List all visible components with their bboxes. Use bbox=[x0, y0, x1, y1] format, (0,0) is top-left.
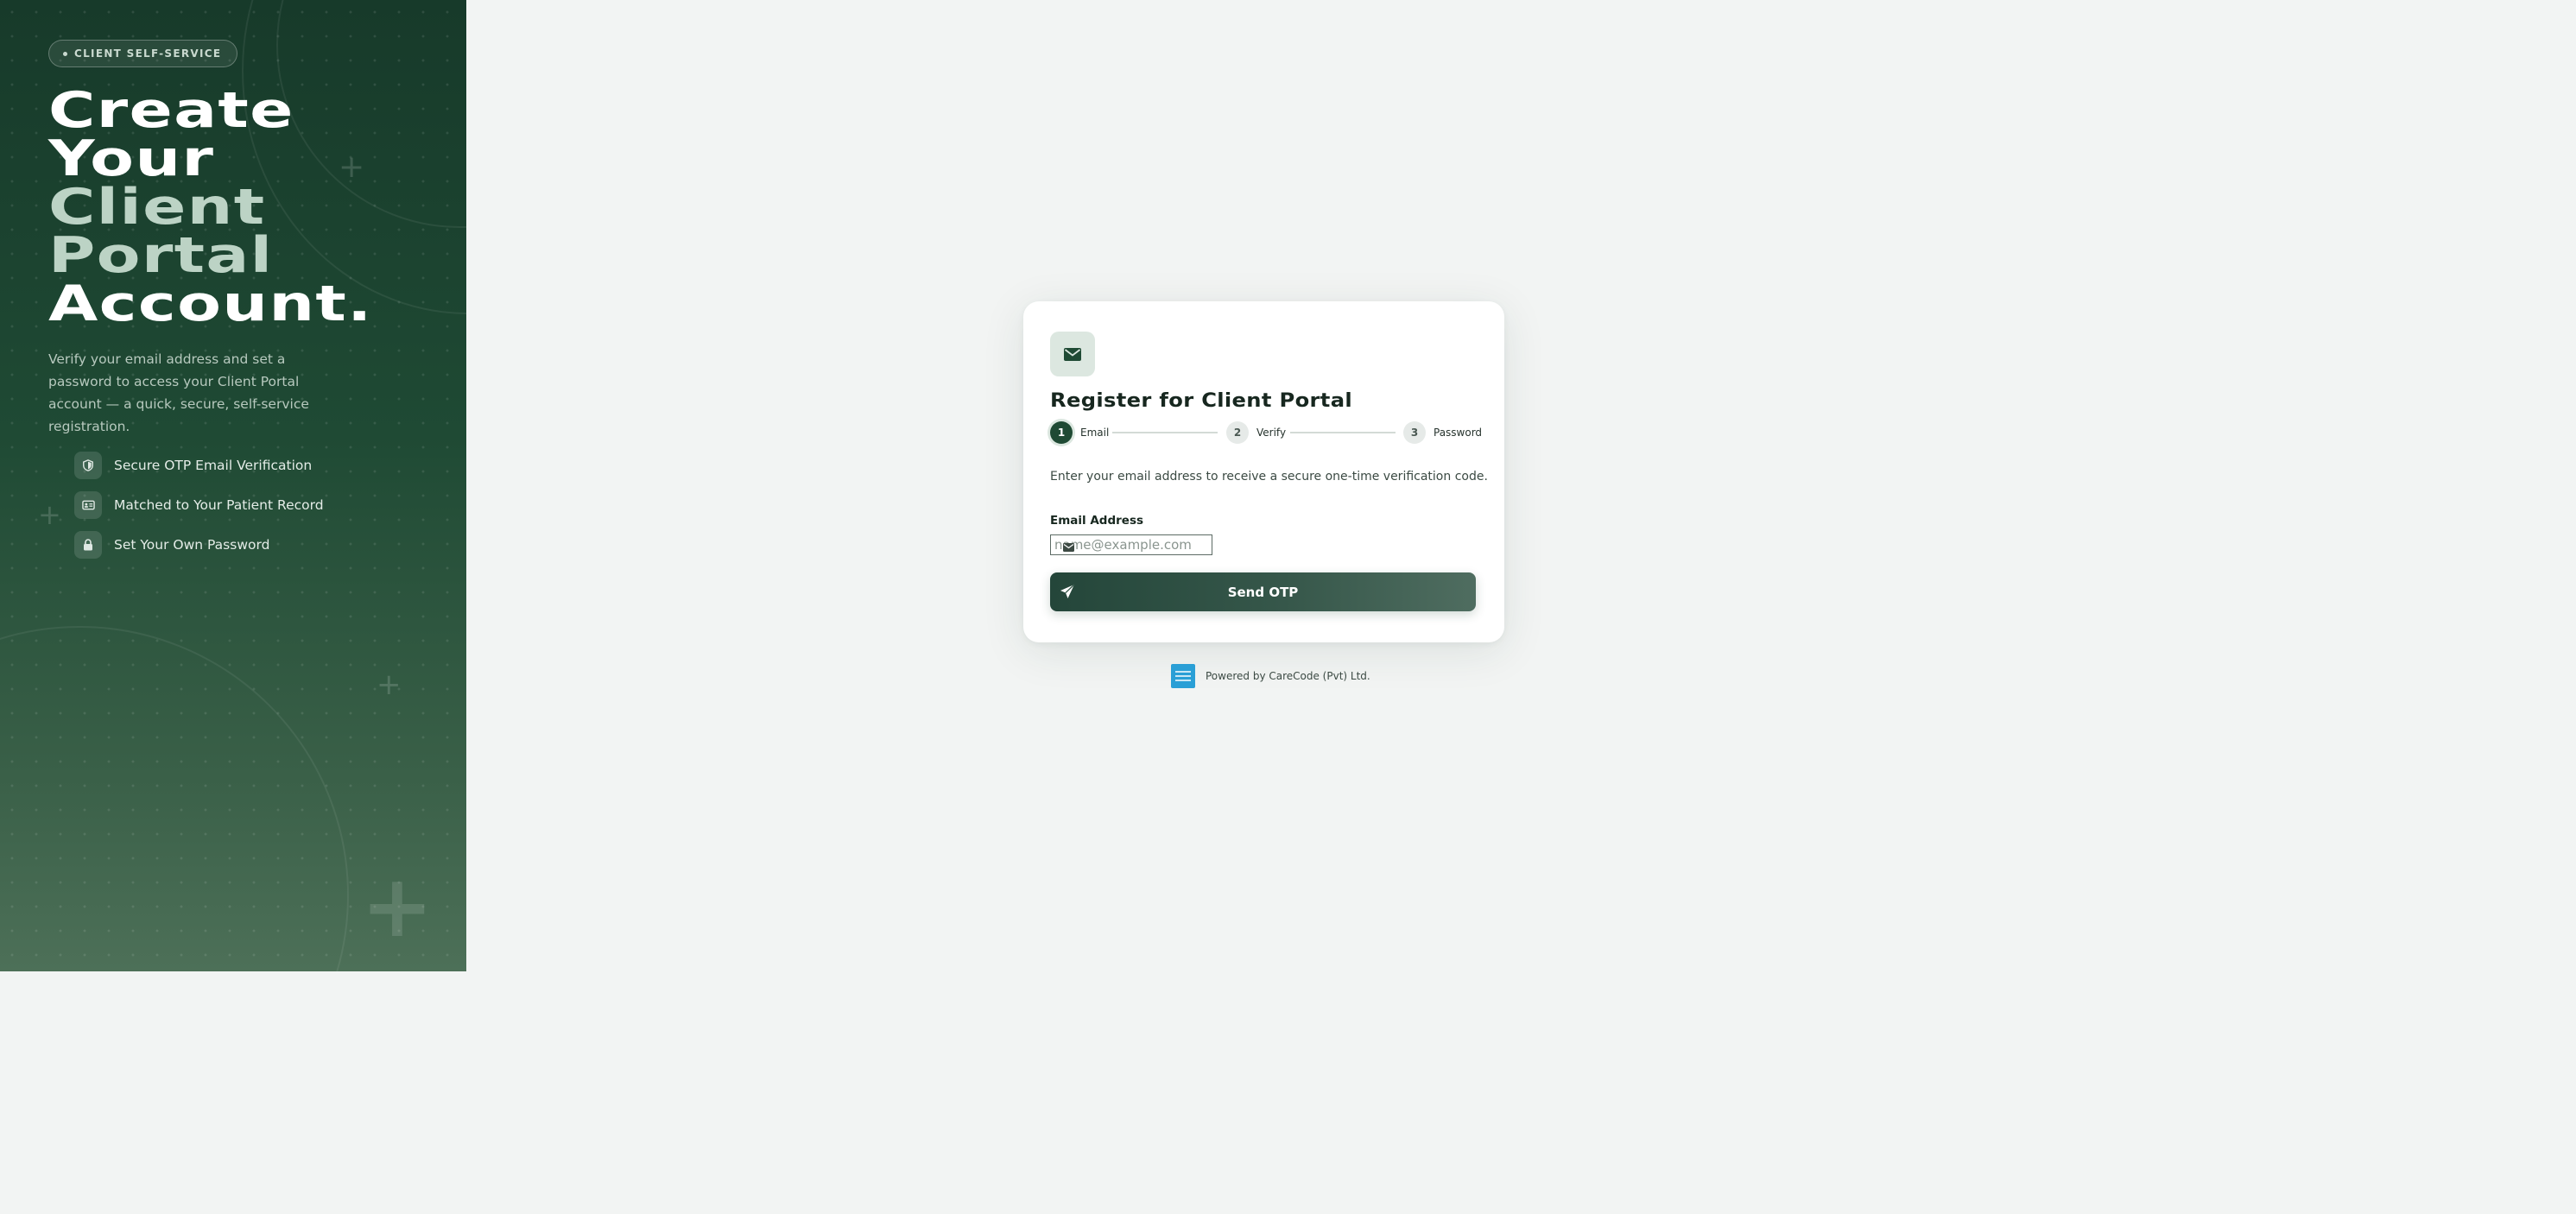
paper-plane-icon bbox=[1060, 584, 1075, 603]
step-number: 1 bbox=[1050, 421, 1073, 444]
step-email: 1 Email bbox=[1050, 420, 1109, 445]
email-field-wrapper bbox=[1050, 534, 1212, 555]
plus-decor-icon: + bbox=[361, 856, 434, 957]
card-title: Register for Client Portal bbox=[1050, 390, 1352, 412]
email-label: Email Address bbox=[1050, 514, 1144, 528]
step-verify: 2 Verify bbox=[1226, 420, 1286, 445]
feature-label: Matched to Your Patient Record bbox=[114, 497, 324, 513]
step-label: Email bbox=[1080, 427, 1110, 439]
powered-by-text: Powered by CareCode (Pvt) Ltd. bbox=[1206, 670, 1370, 682]
step-number: 2 bbox=[1226, 421, 1249, 444]
intro-text: Enter your email address to receive a se… bbox=[1050, 470, 1488, 484]
step-connector bbox=[1112, 432, 1218, 433]
id-card-icon bbox=[74, 491, 102, 519]
envelope-icon bbox=[1050, 332, 1095, 376]
feature-item: Set Your Own Password bbox=[74, 525, 324, 565]
vendor-logo-icon bbox=[1171, 664, 1195, 688]
send-otp-label: Send OTP bbox=[1227, 584, 1299, 600]
badge-label: CLIENT SELF-SERVICE bbox=[74, 47, 222, 60]
headline-line: Client bbox=[48, 179, 266, 236]
step-connector bbox=[1290, 432, 1396, 433]
powered-by: Powered by CareCode (Pvt) Ltd. bbox=[1171, 664, 1370, 688]
headline-line: Portal bbox=[48, 227, 274, 284]
registration-stepper: 1 Email 2 Verify 3 Password bbox=[1050, 420, 1482, 445]
feature-item: Secure OTP Email Verification bbox=[74, 446, 324, 485]
shield-icon bbox=[74, 452, 102, 479]
feature-label: Secure OTP Email Verification bbox=[114, 458, 313, 473]
plus-decor-icon: + bbox=[38, 498, 61, 531]
hero-panel: + + + + CLIENT SELF-SERVICE Create Your … bbox=[0, 0, 466, 971]
lock-icon bbox=[74, 531, 102, 559]
feature-item: Matched to Your Patient Record bbox=[74, 485, 324, 525]
self-service-badge: CLIENT SELF-SERVICE bbox=[48, 40, 238, 67]
email-input[interactable] bbox=[1051, 535, 1212, 554]
headline-line: Your bbox=[48, 130, 215, 187]
step-label: Verify bbox=[1256, 427, 1287, 439]
plus-decor-icon: + bbox=[377, 667, 402, 702]
headline-line: Create bbox=[48, 82, 294, 139]
register-card: Register for Client Portal 1 Email 2 Ver… bbox=[1023, 301, 1504, 642]
send-otp-button[interactable]: Send OTP bbox=[1050, 572, 1476, 611]
hero-description: Verify your email address and set a pass… bbox=[48, 351, 309, 434]
headline-line: Account. bbox=[48, 275, 373, 332]
hero-headline: Create Your Client Portal Account. bbox=[48, 82, 373, 332]
feature-label: Set Your Own Password bbox=[114, 537, 270, 553]
step-number: 3 bbox=[1403, 421, 1426, 444]
feature-list: Secure OTP Email Verification Matched to… bbox=[74, 446, 324, 565]
step-label: Password bbox=[1434, 427, 1483, 439]
step-password: 3 Password bbox=[1403, 420, 1482, 445]
badge-dot-icon bbox=[63, 51, 67, 56]
